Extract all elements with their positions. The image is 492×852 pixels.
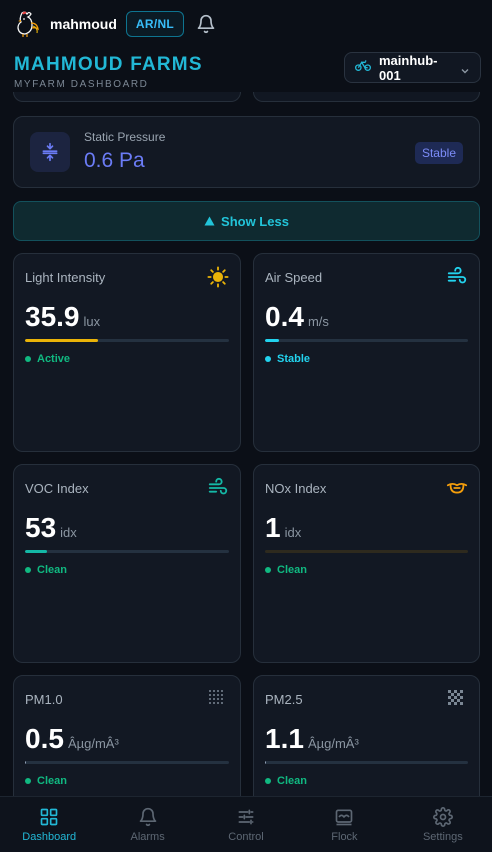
metric-unit: m/s [307, 314, 329, 329]
card-stub-left [13, 92, 241, 102]
status-dot [265, 567, 271, 573]
metric-label: VOC Index [25, 481, 89, 496]
metric-card-voc[interactable]: VOC Index 53 idx Clean [13, 464, 241, 663]
metric-level-fill [25, 550, 48, 553]
metric-value: 0.4 [265, 301, 304, 332]
chevron-down-icon [460, 63, 470, 73]
status-dot [265, 356, 271, 362]
hub-selector[interactable]: mainhub-001 [344, 52, 481, 83]
metric-level-bar [25, 339, 229, 342]
nav-dashboard[interactable]: Dashboard [0, 797, 98, 852]
nav-label: Dashboard [22, 830, 77, 843]
compress-icon [30, 132, 70, 172]
metric-level-fill [265, 339, 280, 342]
metric-status: Clean [37, 775, 67, 787]
sliders-icon [238, 809, 254, 824]
farm-subtitle: MYFARM DASHBOARD [14, 79, 149, 90]
metric-status: Stable [277, 353, 311, 365]
dots-grid-icon [207, 688, 229, 710]
gear-icon [432, 806, 453, 827]
triangle-up-icon [204, 214, 215, 229]
status-dot [25, 356, 31, 362]
nav-label: Settings [422, 830, 463, 843]
sun-icon [207, 266, 229, 288]
metric-level-bar [265, 550, 468, 553]
grid-icon [40, 808, 58, 825]
nav-control[interactable]: Control [197, 797, 295, 852]
metric-unit: idx [284, 525, 302, 540]
metric-card-light[interactable]: Light Intensity 35.9 lux Active [13, 253, 241, 452]
status-badge: Stable [414, 142, 463, 164]
metric-card-nox[interactable]: NOx Index 1 idx Clean [253, 464, 480, 663]
dots-diamond-icon [446, 688, 468, 710]
metric-level-bar [25, 550, 229, 553]
top-bar: mahmoud AR/NL [0, 0, 492, 48]
status-dot [265, 778, 271, 784]
card-stub-right [253, 92, 480, 102]
nav-label: Control [228, 830, 264, 843]
metric-card-air-speed[interactable]: Air Speed 0.4 m/s Stable [253, 253, 480, 452]
rooster-logo-icon [12, 9, 42, 39]
metric-status: Clean [37, 564, 67, 576]
metric-level-fill [25, 339, 99, 342]
metric-status: Clean [277, 564, 307, 576]
metric-level-bar [25, 761, 229, 764]
bicycle-icon [355, 58, 371, 77]
metric-level-fill [265, 761, 266, 764]
show-less-button[interactable]: Show Less [13, 201, 480, 241]
metric-value: 0.5 [25, 723, 64, 754]
metric-level-bar [265, 761, 468, 764]
metric-label: Air Speed [265, 270, 323, 285]
metric-unit: idx [60, 525, 77, 540]
wind-icon [207, 477, 229, 499]
metric-value: 53 [25, 512, 57, 543]
bell-icon [139, 807, 156, 826]
metric-value: 1.1 [265, 723, 304, 754]
static-pressure-card: Static Pressure 0.6 Pa Stable [13, 116, 480, 188]
nav-label: Flock [331, 830, 358, 843]
nav-flock[interactable]: Flock [295, 797, 393, 852]
metric-value: 35.9 [25, 301, 80, 332]
metric-status: Clean [277, 775, 307, 787]
pressure-label: Static Pressure [84, 130, 166, 144]
status-dot [25, 567, 31, 573]
metric-unit: Âµg/mÂ³ [67, 736, 119, 751]
nav-label: Alarms [130, 830, 165, 843]
metric-unit: Âµg/mÂ³ [307, 736, 359, 751]
metric-value: 1 [265, 512, 281, 543]
flock-icon [336, 809, 353, 825]
metric-level-fill [25, 761, 27, 764]
nav-alarms[interactable]: Alarms [98, 797, 196, 852]
pressure-value: 0.6 Pa [84, 149, 145, 172]
mask-icon [446, 477, 468, 499]
metric-label: Light Intensity [25, 270, 106, 285]
language-toggle-button[interactable]: AR/NL [125, 11, 185, 37]
wind-icon [446, 266, 468, 288]
nav-settings[interactable]: Settings [394, 797, 492, 852]
metric-unit: lux [83, 314, 101, 329]
bottom-nav: Dashboard Alarms Control Flock Settings [0, 796, 492, 852]
metric-level-bar [265, 339, 468, 342]
metric-status: Active [37, 353, 71, 365]
farm-title: MAHMOUD FARMS [14, 54, 203, 75]
metric-label: PM1.0 [25, 692, 63, 707]
metric-label: PM2.5 [265, 692, 303, 707]
metric-label: NOx Index [265, 481, 327, 496]
notifications-bell-icon[interactable] [196, 14, 216, 34]
status-dot [25, 778, 31, 784]
username: mahmoud [50, 16, 117, 32]
hub-name: mainhub-001 [379, 52, 438, 83]
show-less-label: Show Less [221, 213, 289, 229]
